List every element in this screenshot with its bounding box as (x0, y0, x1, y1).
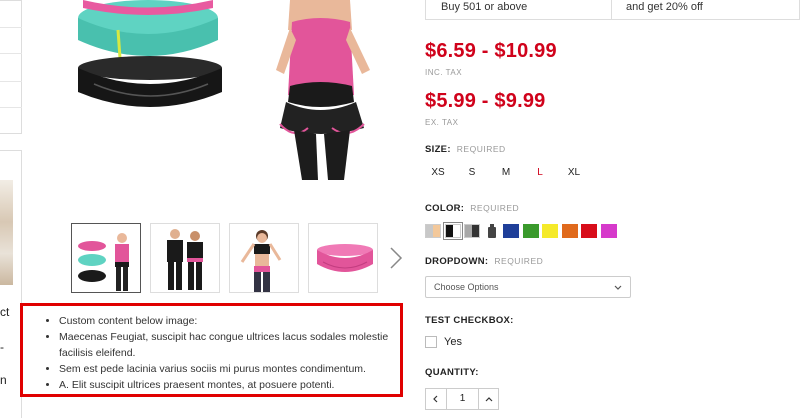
dropdown-label-text: DROPDOWN: (425, 256, 489, 267)
color-swatch-black-white[interactable] (442, 222, 463, 240)
list-item: Custom content below image: (59, 313, 414, 329)
color-swatch-yellow[interactable] (542, 224, 558, 238)
color-label-text: COLOR: (425, 203, 465, 214)
dropdown-label: DROPDOWN: REQUIRED (425, 256, 543, 267)
color-swatch-red[interactable] (581, 224, 597, 238)
thumbnail-4[interactable] (308, 223, 378, 293)
color-swatch-blue[interactable] (503, 224, 519, 238)
sidebar-product-name[interactable]: ct (0, 305, 9, 319)
bulk-pricing-row: Buy 501 or above and get 20% off (425, 0, 800, 20)
list-item: A. Elit suscipit ultrices praesent monte… (59, 377, 414, 393)
required-tag: REQUIRED (494, 256, 544, 266)
color-swatch-bottle-icon[interactable] (487, 224, 497, 238)
table-divider (611, 0, 612, 20)
list-item: Sem est pede lacinia varius sociis mi pu… (59, 361, 414, 377)
size-label: SIZE: REQUIRED (425, 144, 506, 155)
sidebar-panel (0, 0, 22, 134)
quantity-input[interactable]: 1 (446, 389, 479, 409)
thumbnail-3[interactable] (229, 223, 299, 293)
decrement-button[interactable] (426, 389, 446, 409)
inc-tax-label: INC. TAX (425, 68, 463, 77)
size-label-text: SIZE: (425, 144, 451, 155)
chevron-right-icon[interactable] (388, 246, 404, 270)
color-label: COLOR: REQUIRED (425, 203, 519, 214)
bulk-discount: and get 20% off (626, 1, 703, 13)
list-item: Maecenas Feugiat, suscipit hac congue ul… (59, 329, 414, 361)
ex-tax-label: EX. TAX (425, 118, 459, 127)
color-swatch-gray-black[interactable] (464, 224, 480, 238)
increment-button[interactable] (479, 389, 499, 409)
color-swatch-gray-peach[interactable] (425, 224, 441, 238)
color-swatch-orange[interactable] (561, 224, 578, 238)
quantity-label: QUANTITY: (425, 367, 479, 378)
bulk-quantity: Buy 501 or above (441, 1, 528, 13)
yes-checkbox-label[interactable]: Yes (444, 336, 462, 348)
custom-content-box: Custom content below image: Maecenas Feu… (20, 303, 403, 397)
sidebar-divider (0, 53, 22, 54)
main-product-image[interactable] (58, 0, 378, 180)
price-inc-tax: $6.59 - $10.99 (425, 40, 557, 62)
sidebar-divider (0, 27, 22, 28)
test-checkbox-label: TEST CHECKBOX: (425, 315, 514, 326)
color-swatch-magenta[interactable] (600, 224, 617, 238)
size-option-m[interactable]: M (493, 167, 519, 178)
quantity-stepper: 1 (425, 388, 499, 410)
sidebar-divider (0, 107, 22, 108)
yes-checkbox[interactable] (425, 336, 437, 348)
color-swatch-green[interactable] (522, 224, 539, 238)
size-option-xs[interactable]: XS (425, 167, 451, 178)
sidebar-divider (0, 81, 22, 82)
sidebar-text: n (0, 373, 7, 387)
sidebar-text: - (0, 340, 4, 354)
select-value: Choose Options (434, 282, 499, 292)
required-tag: REQUIRED (470, 203, 520, 213)
sidebar-product-image[interactable] (0, 180, 13, 285)
price-ex-tax: $5.99 - $9.99 (425, 90, 546, 112)
size-option-s[interactable]: S (459, 167, 485, 178)
required-tag: REQUIRED (456, 144, 506, 154)
thumbnail-2[interactable] (150, 223, 220, 293)
thumbnail-1[interactable] (71, 223, 141, 293)
size-option-l[interactable]: L (527, 167, 553, 178)
custom-content-list: Custom content below image: Maecenas Feu… (39, 313, 414, 393)
size-option-xl[interactable]: XL (561, 167, 587, 178)
chevron-down-icon (614, 281, 622, 299)
options-select[interactable]: Choose Options (425, 276, 631, 298)
